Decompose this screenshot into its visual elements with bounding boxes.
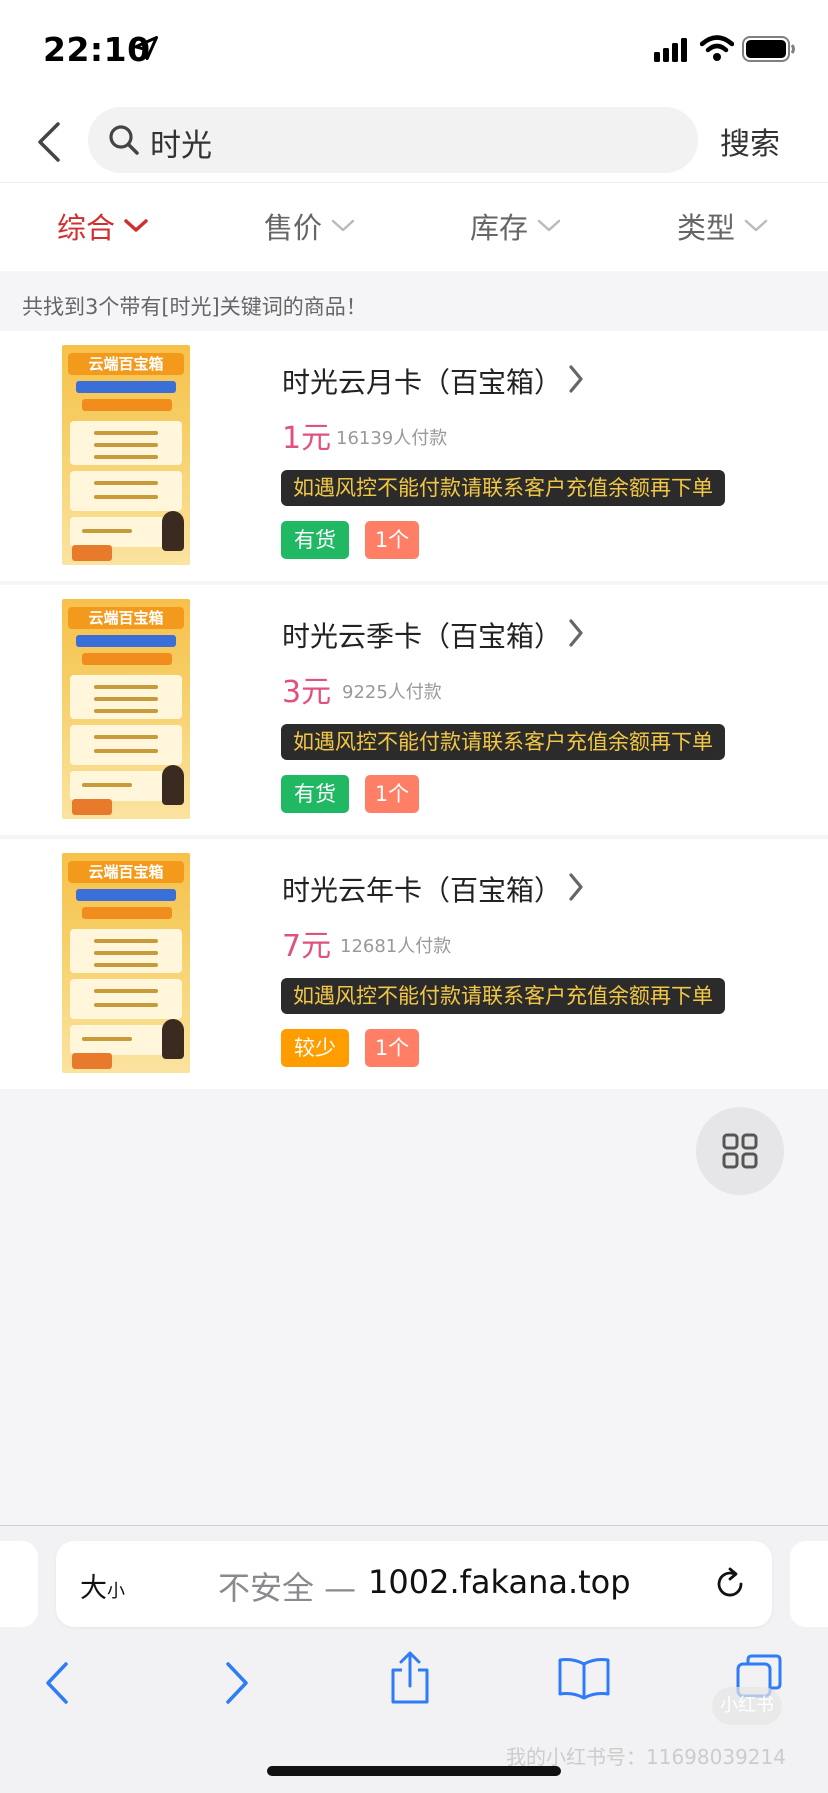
chevron-down-icon <box>331 219 355 232</box>
stock-badge: 较少 <box>281 1029 349 1067</box>
product-notice: 如遇风控不能付款请联系客户充值余额再下单 <box>281 470 725 506</box>
browser-back-icon[interactable] <box>38 1658 78 1708</box>
product-thumbnail[interactable]: 云端百宝箱 <box>62 853 190 1073</box>
filter-bar: 综合 售价 库存 类型 <box>0 183 828 271</box>
chevron-right-icon <box>569 365 583 393</box>
tab-label: 类型 <box>677 211 736 245</box>
previous-tab-peek[interactable] <box>0 1541 38 1627</box>
tab-label: 售价 <box>264 211 323 245</box>
text-size-small-glyph: 小 <box>107 1581 125 1602</box>
search-input[interactable]: 时光 <box>88 107 698 173</box>
tab-overall[interactable]: 综合 <box>57 205 149 247</box>
product-notice: 如遇风控不能付款请联系客户充值余额再下单 <box>281 978 725 1014</box>
chevron-down-icon <box>537 219 561 232</box>
insecure-label: 不安全 — <box>218 1569 357 1607</box>
tab-label: 综合 <box>57 211 116 245</box>
back-chevron-icon[interactable] <box>30 120 74 164</box>
quantity-badge: 1个 <box>365 1029 419 1067</box>
share-icon[interactable] <box>388 1650 432 1706</box>
product-notice: 如遇风控不能付款请联系客户充值余额再下单 <box>281 724 725 760</box>
home-indicator[interactable] <box>267 1766 561 1776</box>
product-card[interactable]: 云端百宝箱 时光云年卡（百宝箱） 7元 12681人付款 如遇风控不能付款请联系… <box>0 839 828 1089</box>
address-bar[interactable]: 大小 不安全 — 1002.fakana.top <box>56 1541 772 1627</box>
product-sold-count: 9225人付款 <box>342 682 442 703</box>
status-bar: 22:10 <box>0 0 828 100</box>
wifi-icon <box>700 35 734 61</box>
search-icon <box>109 125 139 155</box>
product-thumbnail[interactable]: 云端百宝箱 <box>62 599 190 819</box>
location-arrow-icon <box>133 35 159 61</box>
stock-badge: 有货 <box>281 521 349 559</box>
chevron-down-icon <box>744 219 768 232</box>
search-query: 时光 <box>150 128 212 164</box>
product-thumbnail[interactable]: 云端百宝箱 <box>62 345 190 565</box>
browser-forward-icon[interactable] <box>216 1658 256 1708</box>
bookmarks-icon[interactable] <box>557 1656 611 1700</box>
search-header: 时光 搜索 <box>0 100 828 183</box>
search-button[interactable]: 搜索 <box>720 119 780 163</box>
stock-badge: 有货 <box>281 775 349 813</box>
thumbnail-title: 云端百宝箱 <box>68 353 184 375</box>
tab-stock[interactable]: 库存 <box>470 205 562 247</box>
watermark-logo: 小红书 <box>712 1687 782 1725</box>
chevron-down-icon <box>124 219 148 232</box>
tab-price[interactable]: 售价 <box>264 205 356 247</box>
grid-icon <box>722 1133 758 1169</box>
product-title[interactable]: 时光云年卡（百宝箱） <box>282 869 562 909</box>
product-sold-count: 12681人付款 <box>340 936 452 957</box>
battery-icon <box>742 36 795 62</box>
product-price: 3元 <box>282 675 332 710</box>
product-price: 1元 <box>282 421 332 456</box>
cellular-signal-icon <box>654 38 687 62</box>
url-domain: 1002.fakana.top <box>368 1563 631 1601</box>
reload-icon[interactable] <box>712 1566 748 1602</box>
quantity-badge: 1个 <box>365 775 419 813</box>
result-count-text: 共找到3个带有[时光]关键词的商品！ <box>22 295 367 319</box>
product-card[interactable]: 云端百宝箱 时光云季卡（百宝箱） 3元 9225人付款 如遇风控不能付款请联系客… <box>0 585 828 835</box>
tab-type[interactable]: 类型 <box>677 205 769 247</box>
product-sold-count: 16139人付款 <box>336 428 448 449</box>
tab-label: 库存 <box>470 211 529 245</box>
product-title[interactable]: 时光云月卡（百宝箱） <box>282 361 562 401</box>
product-price: 7元 <box>282 929 332 964</box>
thumbnail-title: 云端百宝箱 <box>68 607 184 629</box>
product-card[interactable]: 云端百宝箱 时光云月卡（百宝箱） 1元 16139人付款 如遇风控不能付款请联系… <box>0 331 828 581</box>
quantity-badge: 1个 <box>365 521 419 559</box>
thumbnail-title: 云端百宝箱 <box>68 861 184 883</box>
text-size-large-glyph: 大 <box>80 1573 107 1604</box>
next-tab-peek[interactable] <box>790 1541 828 1627</box>
chevron-right-icon <box>569 619 583 647</box>
chevron-right-icon <box>569 873 583 901</box>
text-size-button[interactable]: 大小 <box>80 1566 125 1605</box>
product-title[interactable]: 时光云季卡（百宝箱） <box>282 615 562 655</box>
category-grid-button[interactable] <box>696 1107 784 1195</box>
